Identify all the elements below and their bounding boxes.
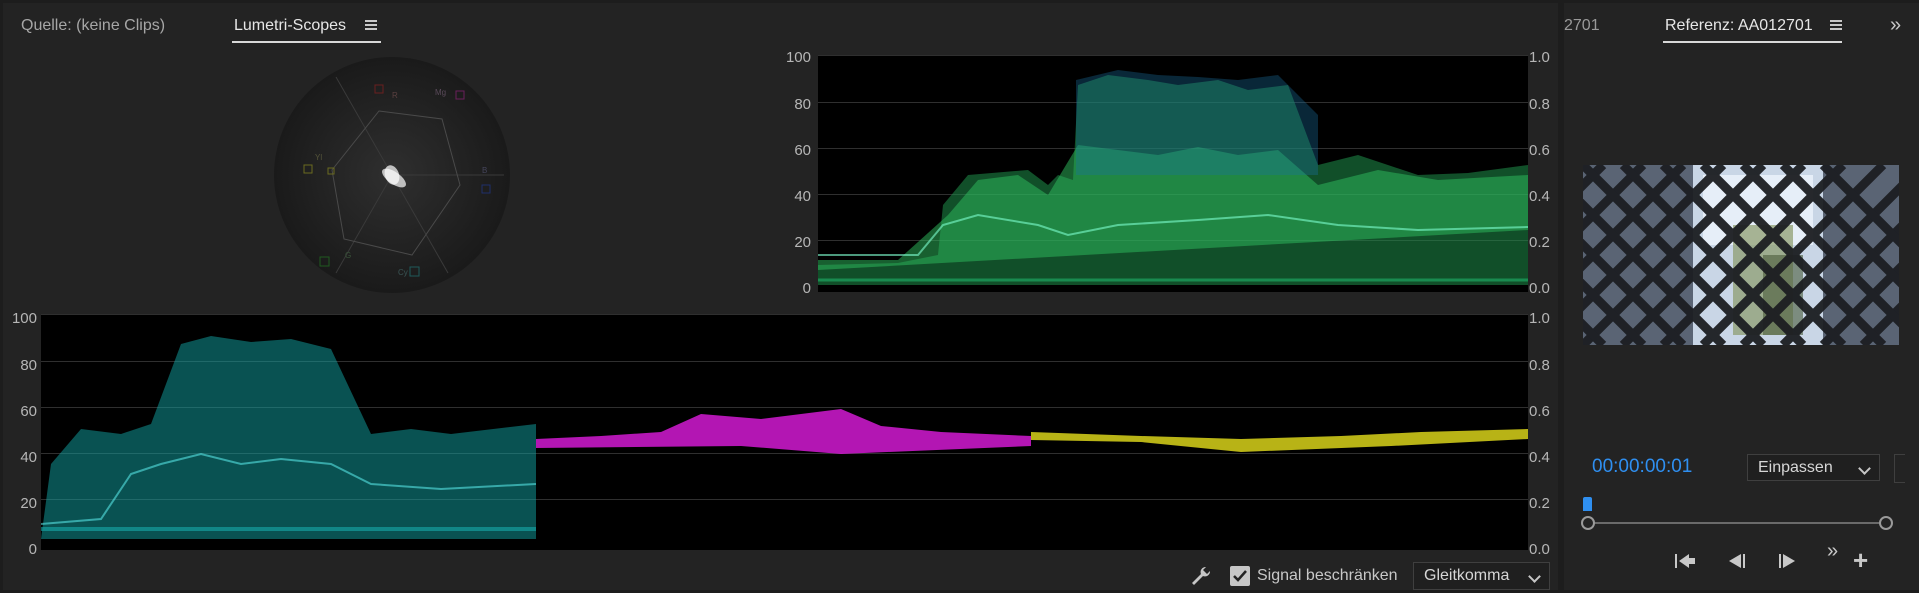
tick-label: 0.4 [1529,449,1550,466]
tick-label: 0.2 [1529,495,1550,512]
tick-label: 40 [20,449,37,466]
add-button-icon[interactable]: + [1853,547,1868,573]
label-cy: Cy [398,268,408,277]
label-yl: Yl [315,153,322,162]
tick-label: 0.6 [1529,403,1550,420]
tick-label: 0.8 [1529,96,1550,113]
tick-label: 0.2 [1529,234,1550,251]
tab-source[interactable]: Quelle: (keine Clips) [21,17,165,35]
wrench-icon[interactable] [1190,565,1212,587]
parade-magenta-channel [536,409,1031,454]
clamp-signal-checkbox[interactable] [1230,566,1250,586]
chevron-down-icon [1858,462,1871,475]
tick-label: 0.8 [1529,357,1550,374]
cut-off-control [1894,454,1905,483]
step-to-in-icon[interactable] [1671,550,1697,572]
parade-cyan-channel [41,336,537,539]
zoom-fit-dropdown[interactable]: Einpassen [1747,454,1880,481]
waveform-luma-scope [818,55,1528,292]
parade-yellow-channel [1031,429,1528,452]
step-forward-frame-icon[interactable] [1775,550,1801,572]
hamburger-menu-icon[interactable] [1830,20,1842,30]
lumetri-scopes-panel: Quelle: (keine Clips) Lumetri-Scopes R M… [3,3,1558,590]
tick-label: 100 [11,310,37,327]
tick-label: 20 [794,234,811,251]
active-tab-underline [1663,41,1842,43]
tick-label: 20 [20,495,37,512]
double-chevron-right-icon[interactable]: » [1890,14,1901,37]
tick-label: 0.0 [1529,280,1550,297]
out-point-handle[interactable] [1879,516,1893,530]
format-dropdown-value: Gleitkomma [1424,567,1510,584]
parade-trace [41,336,1528,539]
reference-video-frame [1583,165,1899,345]
label-mg: Mg [435,88,446,97]
clamp-signal-label: Signal beschränken [1257,567,1398,584]
timecode[interactable]: 00:00:00:01 [1592,456,1692,478]
playhead-marker[interactable] [1583,497,1592,511]
label-b: B [482,166,487,175]
tick-label: 0.6 [1529,142,1550,159]
double-chevron-right-icon[interactable]: » [1827,540,1838,563]
label-r: R [392,91,398,100]
tick-label: 40 [794,188,811,205]
tick-label: 0.4 [1529,188,1550,205]
tick-label: 0.0 [1529,541,1550,558]
hamburger-menu-icon[interactable] [365,20,377,30]
format-dropdown[interactable]: Gleitkomma [1413,562,1550,590]
tick-label: 0 [802,280,811,297]
tick-label: 1.0 [1529,310,1550,327]
chevron-down-icon [1528,570,1541,583]
tick-label: 60 [794,142,811,159]
tab-reference[interactable]: Referenz: AA012701 [1665,17,1813,35]
scrubber-track[interactable] [1589,522,1891,524]
left-tab-bar: Quelle: (keine Clips) Lumetri-Scopes [3,3,1558,49]
active-tab-underline [232,41,381,43]
waveform-trace [818,70,1528,285]
parade-scope [41,314,1528,550]
in-point-handle[interactable] [1581,516,1595,530]
checkmark-icon [1233,570,1247,582]
tick-label: 1.0 [1529,49,1550,66]
step-back-frame-icon[interactable] [1723,550,1749,572]
tick-label: 0 [28,541,37,558]
tab-partial[interactable]: 2701 [1564,17,1600,35]
label-g: G [345,251,351,260]
tick-label: 60 [20,403,37,420]
reference-monitor-panel: 2701 Referenz: AA012701 » 00:00:00:01 Ei… [1564,3,1919,590]
vectorscope: R Mg B Cy G Yl [274,57,510,293]
tick-label: 100 [785,49,811,66]
tab-lumetri-scopes[interactable]: Lumetri-Scopes [234,17,346,35]
zoom-fit-value: Einpassen [1758,459,1833,476]
tick-label: 80 [20,357,37,374]
tick-label: 80 [794,96,811,113]
